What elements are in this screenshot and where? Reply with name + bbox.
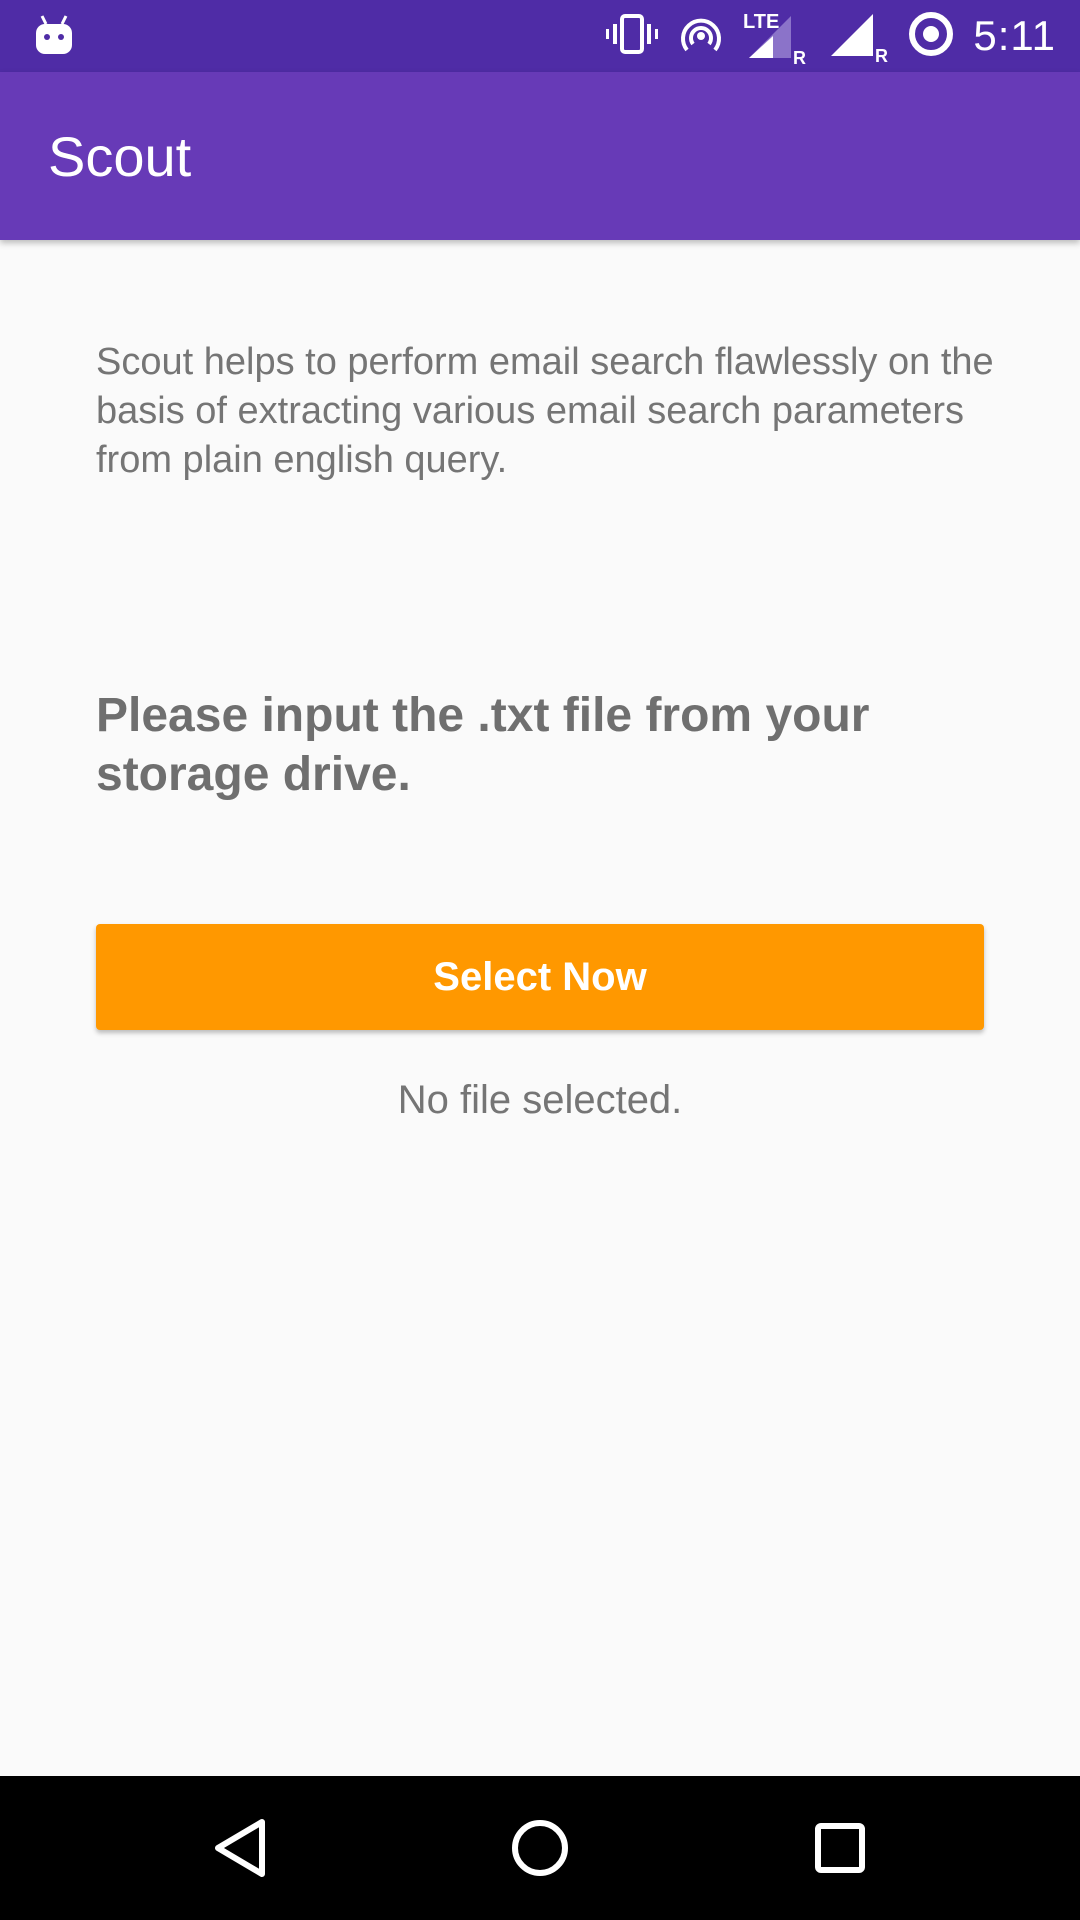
- sync-icon: [907, 10, 955, 63]
- home-icon[interactable]: [500, 1808, 580, 1888]
- android-notification-icon: [32, 12, 76, 58]
- svg-text:R: R: [875, 46, 888, 64]
- status-clock: 5:11: [973, 12, 1056, 59]
- recents-icon[interactable]: [800, 1808, 880, 1888]
- back-icon[interactable]: [200, 1808, 280, 1888]
- select-now-button[interactable]: Select Now: [96, 924, 984, 1030]
- hotspot-icon: [677, 12, 725, 61]
- app-description: Scout helps to perform email search flaw…: [96, 341, 994, 481]
- app-bar: Scout: [0, 72, 1080, 240]
- app-title: Scout: [48, 125, 192, 188]
- vibrate-icon: [605, 12, 659, 61]
- file-input-prompt: Please input the .txt file from your sto…: [96, 689, 870, 801]
- file-status-text: No file selected.: [397, 1078, 683, 1122]
- signal-lte-roaming-icon: LTE R: [743, 6, 807, 68]
- status-bar: LTE R R 5:11: [0, 0, 1080, 72]
- svg-text:LTE: LTE: [743, 11, 779, 33]
- navigation-bar: [0, 1776, 1080, 1920]
- svg-text:R: R: [793, 48, 806, 66]
- signal-roaming-icon: R: [825, 4, 889, 69]
